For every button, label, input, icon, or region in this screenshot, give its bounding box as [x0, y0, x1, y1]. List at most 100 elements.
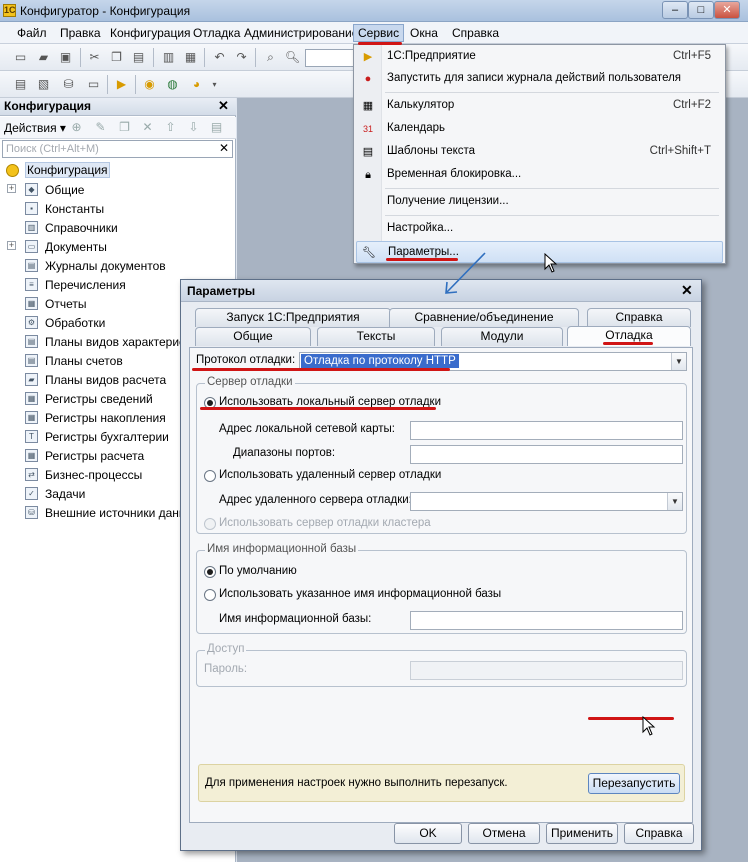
tree-item-journals[interactable]: ▤ Журналы документов: [0, 256, 236, 275]
annotation-underline: [603, 342, 653, 345]
search-icon[interactable]: 🔍︎: [284, 49, 301, 66]
tree-item-label: Константы: [45, 202, 105, 216]
ok-button[interactable]: OK: [394, 823, 462, 844]
tab-modules[interactable]: Модули: [441, 327, 563, 346]
custom-name-radio[interactable]: [204, 589, 216, 601]
menu-item-label: Получение лицензии...: [387, 195, 509, 207]
protocol-selected-value: Отладка по протоколу HTTP: [301, 354, 459, 368]
infobase-name-input[interactable]: [410, 611, 683, 630]
run-enterprise-icon[interactable]: ◉: [141, 76, 158, 93]
menu-item-calculator[interactable]: ▦ Калькулятор Ctrl+F2: [356, 95, 723, 117]
tab-enterprise-launch[interactable]: Запуск 1С:Предприятия: [195, 308, 391, 327]
tree-search-input[interactable]: Поиск (Ctrl+Alt+M) ✕: [2, 140, 233, 158]
delete-icon[interactable]: ✕: [139, 119, 156, 136]
new-document-icon[interactable]: ▭: [12, 49, 29, 66]
password-input: [410, 661, 683, 680]
tree-item-constants[interactable]: ▪ Константы: [0, 199, 236, 218]
tree-root[interactable]: Конфигурация: [0, 161, 236, 180]
help-button[interactable]: Справка: [624, 823, 694, 844]
tree-item-documents[interactable]: + ▭ Документы: [0, 237, 236, 256]
save-icon[interactable]: ▣: [57, 49, 74, 66]
find-in-files-icon[interactable]: ⌕: [262, 49, 279, 66]
menu-item-record-log[interactable]: ● Запустить для записи журнала действий п…: [356, 68, 723, 90]
clear-search-icon[interactable]: ✕: [219, 141, 229, 155]
move-down-icon[interactable]: ⇩: [185, 119, 202, 136]
default-name-radio[interactable]: [204, 566, 216, 578]
calc-types-icon: ▰: [25, 373, 38, 386]
expand-icon[interactable]: +: [7, 241, 16, 250]
tree-item-catalogs[interactable]: ▥ Справочники: [0, 218, 236, 237]
password-label: Пароль:: [204, 663, 248, 675]
menu-service[interactable]: Сервис: [353, 24, 405, 42]
ports-label: Диапазоны портов:: [233, 447, 336, 459]
remote-addr-select[interactable]: ▼: [410, 492, 683, 511]
menu-edit[interactable]: Правка: [56, 25, 105, 41]
menu-item-settings[interactable]: Настройка...: [356, 218, 723, 240]
panel-close-icon[interactable]: ✕: [218, 98, 229, 114]
restart-button[interactable]: Перезапустить: [588, 773, 680, 794]
cut-icon[interactable]: ✂: [86, 49, 103, 66]
window-icon[interactable]: ▭: [85, 76, 102, 93]
remote-server-radio[interactable]: [204, 470, 216, 482]
menu-file[interactable]: Файл: [13, 25, 51, 41]
open-folder-icon[interactable]: ▰: [35, 49, 52, 66]
paste-icon[interactable]: ▤: [130, 49, 147, 66]
add-icon[interactable]: ⊕: [68, 119, 85, 136]
move-up-icon[interactable]: ⇧: [162, 119, 179, 136]
tab-texts[interactable]: Тексты: [317, 327, 435, 346]
copy-icon[interactable]: ❐: [108, 49, 125, 66]
tree-item-label: Планы видов расчета: [45, 373, 167, 387]
edit-icon[interactable]: ✎: [92, 119, 109, 136]
menu-item-temp-lock[interactable]: 🔒︎ Временная блокировка...: [356, 164, 723, 186]
chevron-down-icon[interactable]: ▾: [206, 76, 223, 93]
undo-icon[interactable]: ↶: [211, 49, 228, 66]
menu-item-enterprise[interactable]: ▶ 1С:Предприятие Ctrl+F5: [356, 46, 723, 68]
record-icon: ●: [364, 73, 372, 85]
chevron-down-icon[interactable]: ▼: [671, 353, 686, 370]
minimize-button[interactable]: –: [662, 1, 688, 19]
info-registers-icon: ▦: [25, 392, 38, 405]
net-card-input[interactable]: [410, 421, 683, 440]
search-combo-input[interactable]: [305, 49, 357, 67]
database-icon[interactable]: ⛁: [60, 76, 77, 93]
calendar-icon: 31: [362, 124, 373, 134]
remote-server-label: Использовать удаленный сервер отладки: [219, 469, 442, 481]
menu-item-text-templates[interactable]: ▤ Шаблоны текста Ctrl+Shift+T: [356, 141, 723, 163]
protocol-label: Протокол отладки:: [196, 354, 296, 366]
menu-item-shortcut: Ctrl+F5: [672, 50, 711, 62]
tree-item-common[interactable]: + ◆ Общие: [0, 180, 236, 199]
tab-general[interactable]: Общие: [195, 327, 311, 346]
menu-help[interactable]: Справка: [448, 25, 503, 41]
sort-icon[interactable]: ▤: [208, 119, 225, 136]
documents-icon: ▭: [25, 240, 38, 253]
close-window-button[interactable]: ✕: [714, 1, 740, 19]
expand-icon[interactable]: +: [7, 184, 16, 193]
annotation-underline: [358, 42, 402, 45]
tab-help[interactable]: Справка: [587, 308, 691, 327]
actions-dropdown[interactable]: Действия ▾: [4, 121, 66, 135]
menu-configuration[interactable]: Конфигурация: [106, 25, 195, 41]
menu-administration[interactable]: Администрирование: [240, 25, 362, 41]
menu-item-license[interactable]: Получение лицензии...: [356, 191, 723, 213]
cancel-button[interactable]: Отмена: [468, 823, 540, 844]
preview-icon[interactable]: ▦: [182, 49, 199, 66]
menu-item-calendar[interactable]: 31 Календарь: [356, 118, 723, 140]
tree-item-label: Регистры накопления: [45, 411, 166, 425]
print-icon[interactable]: ▥: [160, 49, 177, 66]
start-debug-icon[interactable]: ▶: [113, 76, 130, 93]
ports-input[interactable]: [410, 445, 683, 464]
compare-icon[interactable]: ▧: [35, 76, 52, 93]
copy-item-icon[interactable]: ❐: [116, 119, 133, 136]
dialog-close-icon[interactable]: ✕: [681, 282, 693, 299]
tab-compare-merge[interactable]: Сравнение/объединение: [389, 308, 579, 327]
redo-icon[interactable]: ↷: [233, 49, 250, 66]
chevron-down-icon[interactable]: ▼: [667, 493, 682, 510]
maximize-button[interactable]: □: [688, 1, 714, 19]
menu-separator: [385, 188, 719, 189]
apply-button[interactable]: Применить: [546, 823, 618, 844]
config-icon[interactable]: ▤: [12, 76, 29, 93]
globe-icon[interactable]: ◍: [164, 76, 181, 93]
menu-windows[interactable]: Окна: [406, 25, 442, 41]
thin-client-icon[interactable]: ◕: [188, 76, 205, 93]
menu-debug[interactable]: Отладка: [189, 25, 244, 41]
